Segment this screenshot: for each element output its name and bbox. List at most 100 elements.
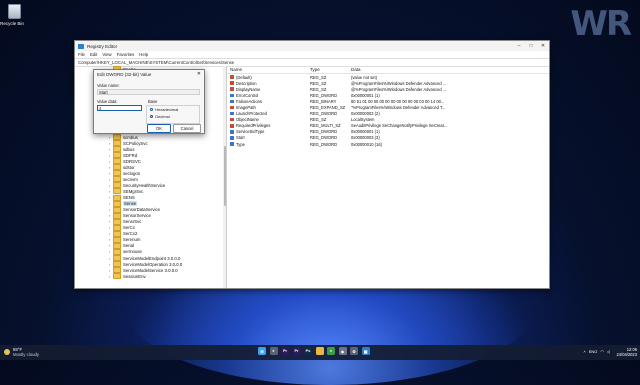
- menu-view[interactable]: View: [102, 52, 111, 57]
- clock[interactable]: 12:06 24/04/2023: [617, 347, 638, 357]
- chevron-up-icon[interactable]: ˄: [583, 349, 585, 354]
- volume-icon[interactable]: ◁: [607, 349, 610, 354]
- value-row[interactable]: Description REG_SZ @%ProgramFiles%\Windows…: [227, 80, 549, 86]
- value-type: REG_MULTI_SZ: [310, 123, 341, 129]
- chevron-right-icon[interactable]: ›: [109, 135, 112, 140]
- clock-date: 24/04/2023: [616, 352, 638, 357]
- string-value-icon: [230, 124, 234, 128]
- value-type: REG_DWORD: [310, 129, 338, 135]
- chevron-right-icon[interactable]: ›: [109, 165, 112, 170]
- windows-start-icon[interactable]: ⊞: [258, 347, 266, 355]
- column-data[interactable]: Data: [351, 67, 549, 72]
- maximize-button[interactable]: □: [525, 43, 537, 49]
- chevron-right-icon[interactable]: ›: [109, 237, 112, 242]
- value-row[interactable]: LaunchProtected REG_DWORD 0x00000002 (2): [227, 111, 549, 117]
- app-gray-icon[interactable]: ◆: [338, 347, 347, 355]
- binary-value-icon: [230, 136, 234, 140]
- chevron-right-icon[interactable]: ›: [109, 231, 112, 236]
- list-header: Name Type Data: [227, 66, 549, 74]
- menu-edit[interactable]: Edit: [90, 52, 97, 57]
- photoshop-icon[interactable]: Ps: [304, 347, 312, 355]
- minimize-button[interactable]: –: [513, 43, 525, 49]
- title-bar[interactable]: Registry Editor – □ ✕: [75, 41, 549, 51]
- chevron-right-icon[interactable]: ›: [109, 147, 112, 152]
- dialog-title: Edit DWORD (32-bit) Value: [97, 71, 152, 77]
- chevron-right-icon[interactable]: ›: [109, 189, 112, 194]
- wifi-icon[interactable]: ◠: [600, 349, 604, 354]
- menu-file[interactable]: File: [78, 52, 85, 57]
- folder-icon[interactable]: [315, 347, 324, 355]
- chevron-right-icon[interactable]: ›: [109, 274, 112, 279]
- tree-scrollbar[interactable]: [223, 66, 226, 288]
- premiere-icon[interactable]: Pr: [281, 347, 289, 355]
- chevron-right-icon[interactable]: ›: [109, 262, 112, 267]
- chevron-right-icon[interactable]: ›: [109, 256, 112, 261]
- radio-hexadecimal[interactable]: Hexadecimal: [150, 107, 178, 112]
- chevron-right-icon[interactable]: ›: [109, 201, 112, 206]
- chevron-right-icon[interactable]: ›: [109, 249, 112, 254]
- dialog-title-bar[interactable]: Edit DWORD (32-bit) Value ✕: [94, 70, 204, 78]
- value-data: 0x00000010 (16): [351, 141, 382, 147]
- system-tray[interactable]: ˄ ENG ◠ ◁: [583, 349, 610, 354]
- scrollbar-thumb[interactable]: [223, 146, 226, 206]
- weather-widget[interactable]: 59°F Mostly cloudy: [4, 347, 39, 357]
- value-row[interactable]: RequiredPrivileges REG_MULTI_SZ SeAuditPri…: [227, 123, 549, 129]
- settings-icon[interactable]: ⚙: [350, 347, 358, 355]
- value-name-label: Value name:: [97, 83, 120, 88]
- value-name: ObjectName: [236, 117, 259, 123]
- premiere-alt-icon[interactable]: Pr: [292, 347, 301, 355]
- chevron-right-icon[interactable]: ›: [109, 183, 112, 188]
- dialog-close-icon[interactable]: ✕: [197, 71, 201, 77]
- cancel-button[interactable]: Cancel: [173, 124, 201, 133]
- chevron-right-icon[interactable]: ›: [109, 195, 112, 200]
- column-name[interactable]: Name: [227, 67, 310, 72]
- chevron-right-icon[interactable]: ›: [109, 213, 112, 218]
- tree-item-label: SensorDataService: [123, 207, 161, 213]
- value-name: (Default): [236, 74, 252, 80]
- chevron-right-icon[interactable]: ›: [109, 141, 112, 146]
- value-row[interactable]: DisplayName REG_SZ @%ProgramFiles%\Windows…: [227, 86, 549, 92]
- regedit-icon[interactable]: ▦: [361, 347, 370, 355]
- language-indicator[interactable]: ENG: [589, 349, 598, 354]
- value-row[interactable]: Start REG_DWORD 0x00000003 (3): [227, 135, 549, 141]
- chevron-right-icon[interactable]: ›: [109, 219, 112, 224]
- value-data-input[interactable]: 4: [97, 105, 142, 111]
- value-row[interactable]: Type REG_DWORD 0x00000010 (16): [227, 141, 549, 147]
- value-row[interactable]: ObjectName REG_SZ LocalSystem: [227, 117, 549, 123]
- menu-favorites[interactable]: Favorites: [117, 52, 135, 57]
- chrome-icon[interactable]: ●: [327, 347, 335, 355]
- chevron-right-icon[interactable]: ›: [109, 225, 112, 230]
- chevron-right-icon[interactable]: ›: [109, 207, 112, 212]
- column-type[interactable]: Type: [310, 67, 351, 72]
- taskbar: 59°F Mostly cloudy ⊞ ⌕ Pr Pr Ps ● ◆ ⚙ ▦ ˄ ENG ◠ …: [0, 345, 640, 360]
- chevron-right-icon[interactable]: ›: [109, 159, 112, 164]
- menu-help[interactable]: Help: [139, 52, 148, 57]
- close-button[interactable]: ✕: [537, 43, 549, 49]
- value-type: REG_DWORD: [310, 92, 338, 98]
- folder-icon: [113, 273, 121, 280]
- taskbar-apps: ⊞ ⌕ Pr Pr Ps ● ◆ ⚙ ▦: [258, 347, 373, 355]
- chevron-right-icon[interactable]: ›: [109, 177, 112, 182]
- string-value-icon: [230, 105, 234, 110]
- tree-item[interactable]: › SessionEnv: [109, 273, 146, 280]
- search-icon[interactable]: ⌕: [269, 347, 278, 355]
- ok-button[interactable]: OK: [147, 124, 171, 133]
- radio-decimal[interactable]: Decimal: [150, 114, 170, 119]
- tree-item-label: SerCx: [123, 225, 135, 231]
- chevron-right-icon[interactable]: ›: [109, 268, 112, 273]
- value-row[interactable]: FailureActions REG_BINARY 80 51 01 00 00 0…: [227, 98, 549, 104]
- value-row[interactable]: ImagePath REG_EXPAND_SZ "%ProgramFiles%\Wi…: [227, 104, 549, 110]
- base-label: Base: [148, 99, 158, 104]
- chevron-right-icon[interactable]: ›: [109, 171, 112, 176]
- tree-item-label: ServiceModelEndpoint 3.0.0.0: [123, 255, 181, 261]
- value-name-field[interactable]: Start: [97, 89, 200, 95]
- value-row[interactable]: ServiceSidType REG_DWORD 0x00000001 (1): [227, 129, 549, 135]
- recycle-bin-shortcut[interactable]: Recycle Bin: [0, 4, 24, 26]
- regedit-app-icon: [78, 43, 84, 49]
- values-list-pane[interactable]: Name Type Data (Default) REG_SZ (value not…: [227, 66, 549, 288]
- value-row[interactable]: (Default) REG_SZ (value not set): [227, 74, 549, 80]
- chevron-right-icon[interactable]: ›: [109, 153, 112, 158]
- value-row[interactable]: ErrorControl REG_DWORD 0x00000001 (1): [227, 92, 549, 98]
- chevron-right-icon[interactable]: ›: [109, 243, 112, 248]
- value-data: @%ProgramFiles%\Windows Defender Advance…: [351, 80, 447, 86]
